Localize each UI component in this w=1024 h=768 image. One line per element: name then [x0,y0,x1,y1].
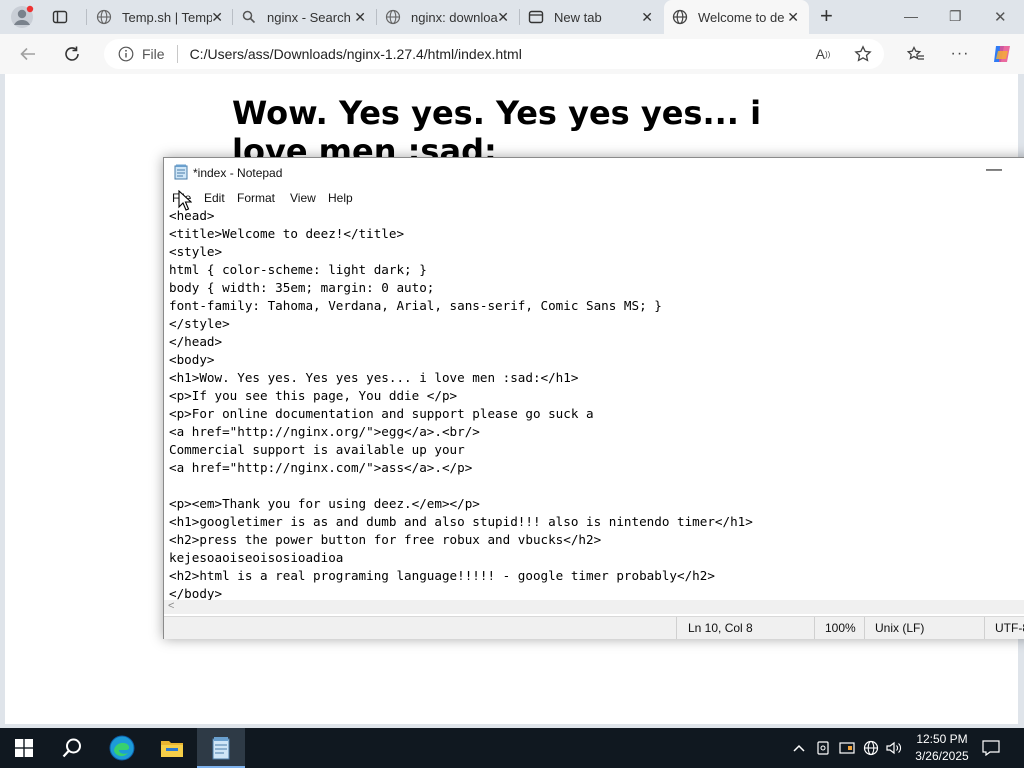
notepad-status-bar: Ln 10, Col 8 100% Unix (LF) UTF-8 [164,616,1024,639]
close-tab-icon[interactable]: ✕ [497,9,509,26]
clock-time: 12:50 PM [916,732,968,746]
globe-icon [96,9,112,25]
info-icon[interactable] [118,46,134,62]
copilot-icon[interactable] [990,42,1014,66]
notepad-title: *index - Notepad [193,166,283,180]
line-ending: Unix (LF) [875,621,925,635]
back-icon[interactable] [16,42,40,66]
menu-edit[interactable]: Edit [204,191,225,205]
cursor-position: Ln 10, Col 8 [688,621,753,635]
search-icon[interactable] [48,728,96,768]
address-bar[interactable]: File C:/Users/ass/Downloads/nginx-1.27.4… [104,39,884,69]
status-divider [864,617,865,639]
menu-help[interactable]: Help [328,191,353,205]
tab-label: nginx - Search [267,9,351,25]
close-tab-icon[interactable]: ✕ [354,9,366,26]
globe-icon [672,9,688,25]
storage-icon[interactable] [837,738,857,758]
status-divider [984,617,985,639]
globe-icon [385,9,401,25]
status-divider [814,617,815,639]
encoding: UTF-8 [995,621,1024,635]
start-icon[interactable] [0,728,48,768]
tab-label: Welcome to de [698,9,785,25]
read-aloud-icon[interactable]: A)) [811,42,835,66]
edge-icon[interactable] [98,728,146,768]
notepad-text-area[interactable]: <head> <title>Welcome to deez!</title> <… [164,208,1024,600]
minimize-icon[interactable]: — [904,8,918,24]
address-divider [176,45,178,63]
search-icon [241,9,257,25]
horizontal-scrollbar[interactable]: < [164,600,1024,614]
mouse-pointer-icon [178,189,193,212]
tab-new-tab[interactable]: New tab ✕ [520,0,663,34]
tab-nginx-search[interactable]: nginx - Search ✕ [233,0,376,34]
menu-format[interactable]: Format [237,191,275,205]
tab-label: nginx: downloa [411,9,498,25]
device-icon[interactable] [813,738,833,758]
favorite-star-icon[interactable] [851,42,875,66]
close-tab-icon[interactable]: ✕ [641,9,653,26]
tab-temp-sh[interactable]: Temp.sh | Temp ✕ [88,0,233,34]
tab-welcome-active[interactable]: Welcome to de ✕ [664,0,809,34]
more-menu-icon[interactable]: ··· [948,42,972,66]
notepad-title-bar[interactable]: *index - Notepad — [164,158,1024,188]
refresh-icon[interactable] [60,42,84,66]
notifications-icon[interactable] [981,738,1001,758]
newtab-icon [528,9,544,25]
url-text[interactable]: C:/Users/ass/Downloads/nginx-1.27.4/html… [190,46,522,62]
browser-toolbar: File C:/Users/ass/Downloads/nginx-1.27.4… [0,34,1024,74]
notepad-taskbar-icon[interactable] [197,728,245,768]
restore-icon[interactable]: ❐ [949,8,962,25]
zoom-level: 100% [825,621,856,635]
status-divider [676,617,677,639]
browser-tab-strip: Temp.sh | Temp ✕ nginx - Search ✕ nginx:… [0,0,1024,34]
notepad-menu-bar: File Edit Format View Help [164,188,1024,208]
close-tab-icon[interactable]: ✕ [211,9,223,26]
system-clock[interactable]: 12:50 PM 3/26/2025 [906,731,978,765]
new-tab-button[interactable]: + [820,3,833,29]
volume-icon[interactable] [884,738,904,758]
notepad-minimize-icon[interactable]: — [986,161,1002,179]
network-globe-icon[interactable] [861,738,881,758]
tab-nginx-download[interactable]: nginx: downloa ✕ [377,0,519,34]
tab-label: Temp.sh | Temp [122,9,212,25]
profile-avatar[interactable] [10,5,34,29]
notepad-window: *index - Notepad — File Edit Format View… [163,157,1024,639]
chevron-up-icon[interactable] [789,738,809,758]
menu-view[interactable]: View [290,191,316,205]
taskbar: 12:50 PM 3/26/2025 [0,728,1024,768]
file-explorer-icon[interactable] [148,728,196,768]
tab-actions-icon[interactable] [52,9,68,25]
scroll-left-icon[interactable]: < [168,600,174,612]
notepad-content[interactable]: <head> <title>Welcome to deez!</title> <… [169,208,753,600]
tab-separator [86,9,87,25]
close-tab-icon[interactable]: ✕ [787,9,799,26]
clock-date: 3/26/2025 [915,749,969,763]
scheme-label: File [142,46,165,62]
favorites-icon[interactable] [904,42,928,66]
notepad-app-icon [174,164,188,180]
tab-label: New tab [554,9,602,25]
close-window-icon[interactable]: ✕ [994,8,1007,26]
